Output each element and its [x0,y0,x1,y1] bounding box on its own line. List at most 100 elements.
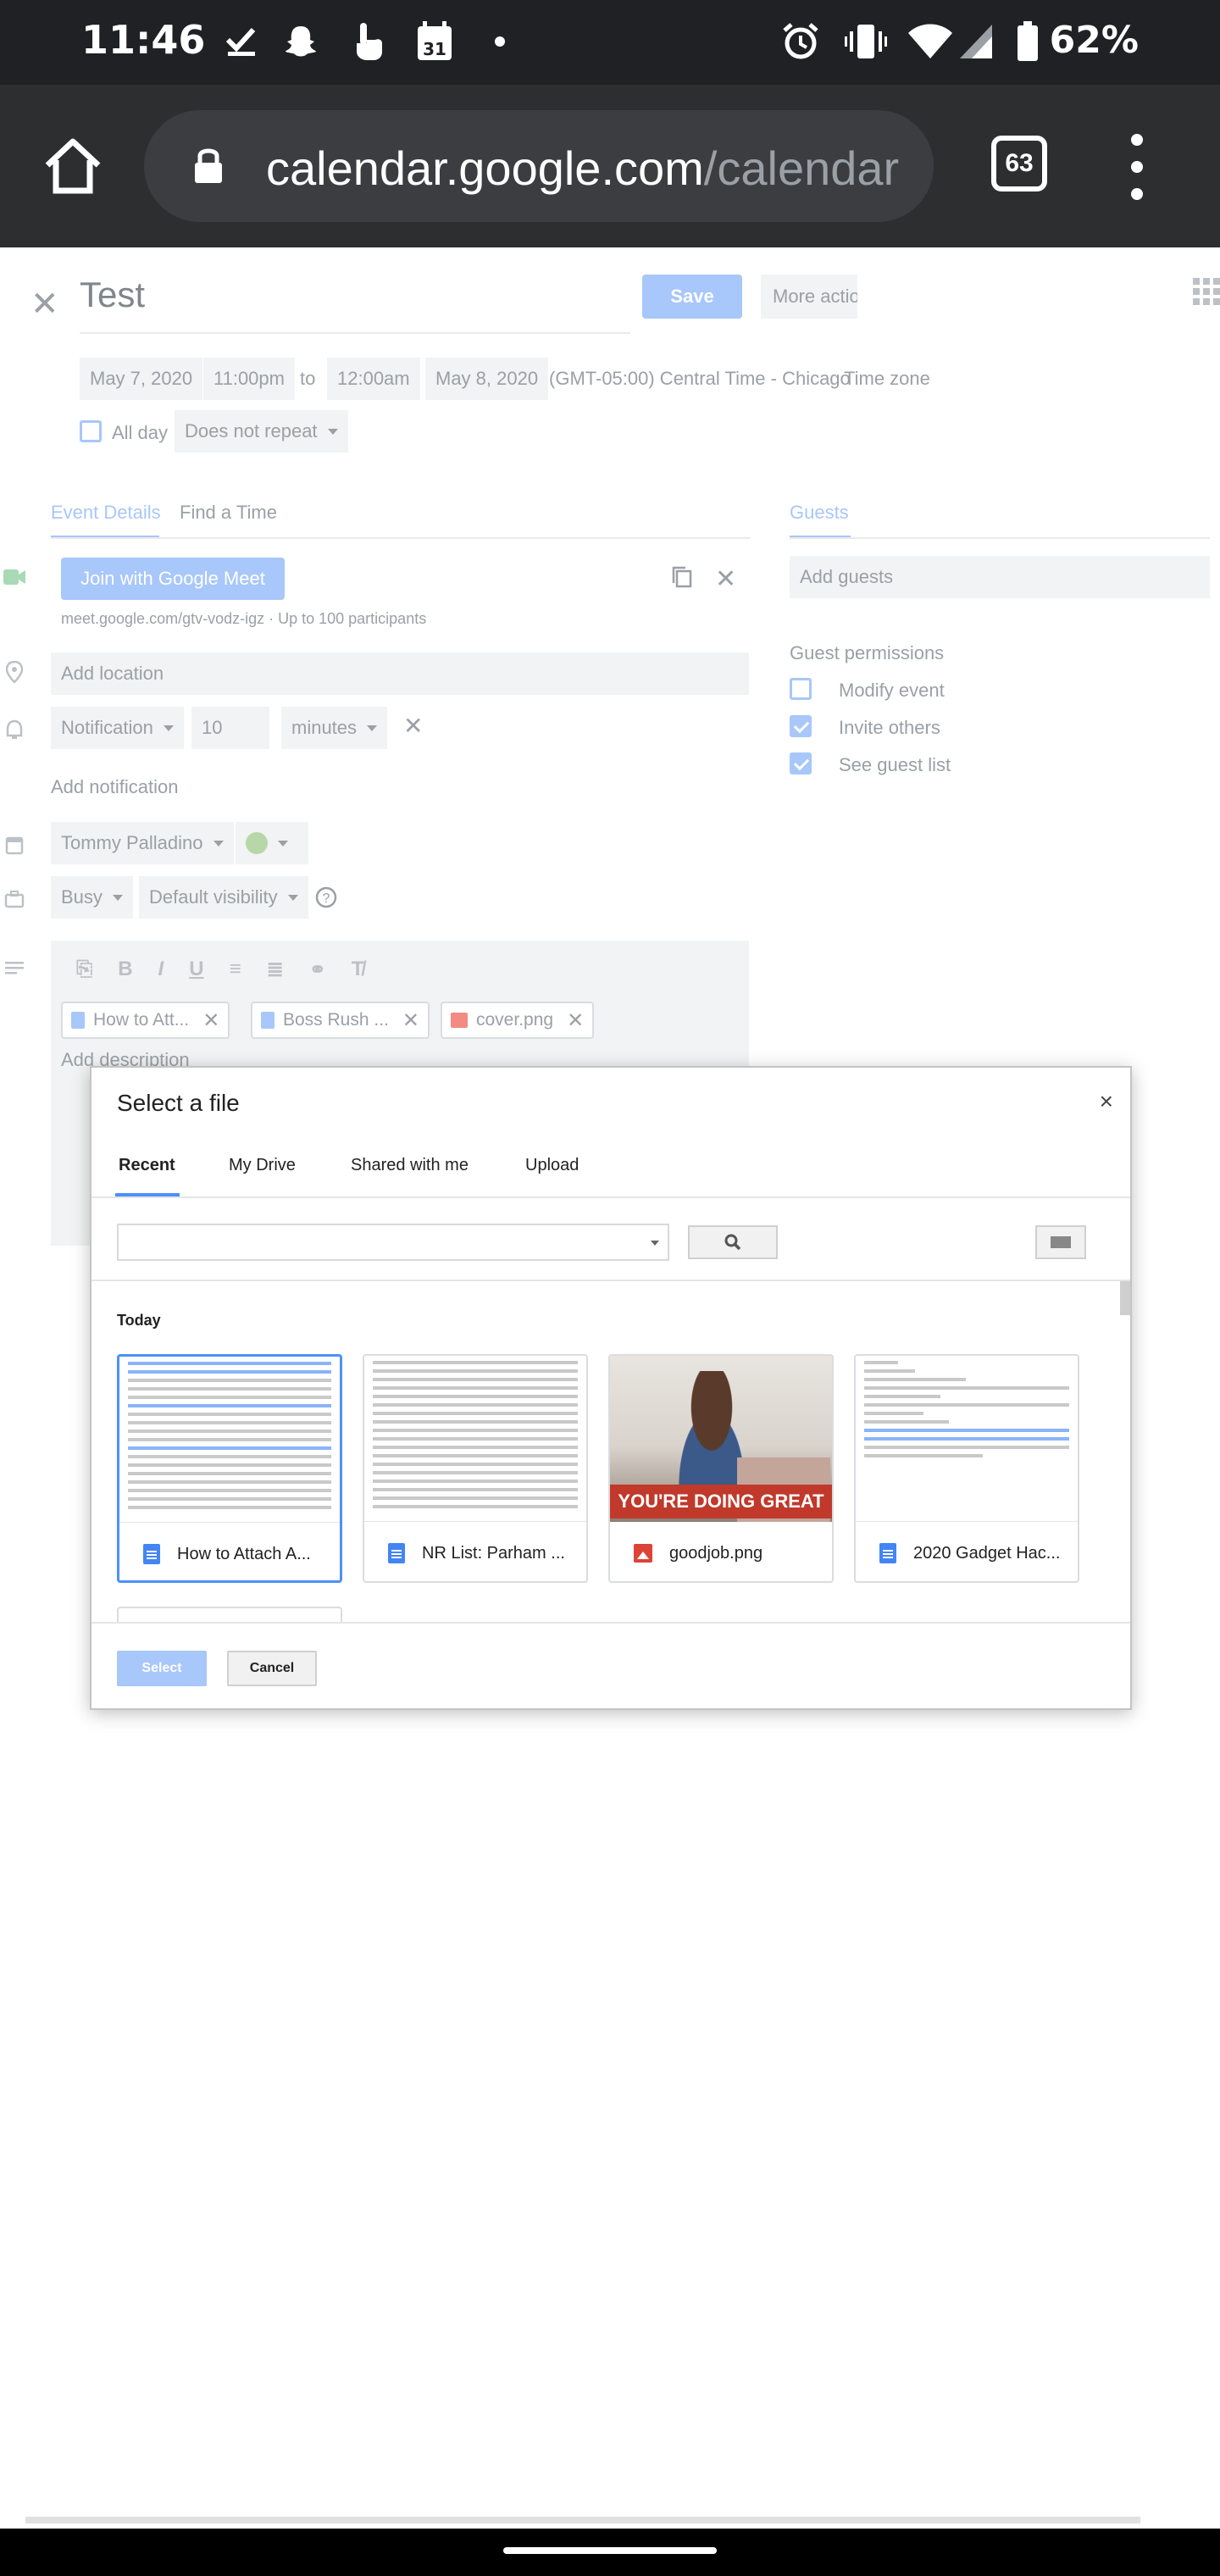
meet-link[interactable]: meet.google.com/gtv-vodz-igz · Up to 100… [61,610,426,628]
event-title-input[interactable]: Test [80,275,145,315]
meet-icon [3,566,25,588]
home-gesture-pill[interactable] [503,2547,717,2554]
end-time-field[interactable]: 12:00am [327,358,420,400]
cell-signal-icon [957,20,995,63]
bulleted-list-icon[interactable]: ≣ [267,958,284,982]
underline-icon[interactable]: U [189,958,203,982]
location-input[interactable]: Add location [51,652,749,695]
color-swatch [246,832,268,854]
tab-guests[interactable]: Guests [790,502,849,524]
attachment-name: How to Att... [93,1010,190,1030]
close-editor-icon[interactable]: ✕ [30,285,59,324]
attachment-chip[interactable]: Boss Rush ... ✕ [251,1002,430,1039]
modify-event-checkbox[interactable] [790,678,812,700]
address-bar[interactable]: calendar.google.com/calendar [144,110,934,222]
timezone-value[interactable]: (GMT-05:00) Central Time - Chicago [549,368,851,390]
bell-icon [3,719,25,741]
search-button[interactable] [688,1225,778,1259]
timezone-link[interactable]: Time zone [844,368,930,390]
file-card[interactable]: How to Attach A... [117,1354,342,1583]
see-guest-list-checkbox[interactable] [790,752,812,774]
repeat-dropdown[interactable]: Does not repeat [175,410,348,452]
calendar-owner-dropdown[interactable]: Tommy Palladino [51,822,234,864]
join-meet-button[interactable]: Join with Google Meet [61,558,285,600]
add-guests-input[interactable]: Add guests [790,556,1210,598]
save-button[interactable]: Save [642,275,742,319]
italic-icon[interactable]: I [158,958,164,982]
remove-attachment-icon[interactable]: ✕ [402,1008,419,1033]
file-search-input[interactable] [117,1224,669,1261]
briefcase-icon [3,888,25,910]
search-separator [92,1280,1130,1281]
remove-attachment-icon[interactable]: ✕ [202,1008,219,1033]
horizontal-scrollbar[interactable] [25,2517,1140,2523]
end-date-field[interactable]: May 8, 2020 [425,358,549,400]
remove-attachment-icon[interactable]: ✕ [567,1008,584,1033]
attach-icon[interactable]: ⎘ [76,958,92,982]
apps-grid-icon[interactable] [1193,278,1220,305]
view-toggle-button[interactable] [1035,1225,1086,1259]
start-date-field[interactable]: May 7, 2020 [80,358,203,400]
attachment-name: cover.png [476,1010,554,1030]
select-button[interactable]: Select [117,1651,207,1686]
tab-event-details[interactable]: Event Details [51,502,161,524]
doc-icon [879,1543,896,1563]
image-caption-text: YOU'RE DOING GREAT [610,1485,832,1518]
add-notification-link[interactable]: Add notification [51,776,178,798]
help-icon[interactable]: ? [315,886,337,908]
busy-dropdown[interactable]: Busy [51,876,133,919]
remove-meet-icon[interactable]: ✕ [715,564,736,594]
doc-icon [261,1012,274,1029]
guest-permissions-title: Guest permissions [790,642,945,663]
file-card[interactable]: 2020 Gadget Hac... [854,1354,1079,1583]
remove-notification-icon[interactable]: ✕ [403,712,423,740]
tab-recent[interactable]: Recent [119,1156,175,1175]
lock-icon [193,146,224,189]
tab-my-drive[interactable]: My Drive [229,1156,296,1175]
file-card-partial[interactable] [117,1607,342,1624]
numbered-list-icon[interactable]: ≡ [230,958,241,982]
dialog-close-icon[interactable]: × [1100,1088,1113,1115]
tab-find-a-time[interactable]: Find a Time [180,502,277,524]
invite-others-checkbox[interactable] [790,715,812,737]
notification-unit-dropdown[interactable]: minutes [281,707,388,749]
file-card[interactable]: NR List: Parham ... [363,1354,588,1583]
all-day-checkbox[interactable] [80,420,102,442]
notification-value-input[interactable]: 10 [191,707,269,749]
attachment-chip[interactable]: cover.png ✕ [441,1002,595,1039]
doc-thumbnail [856,1356,1078,1522]
link-icon[interactable]: ⚭ [309,958,326,982]
start-time-field[interactable]: 11:00pm [203,358,295,400]
home-button[interactable] [39,132,107,200]
attachment-chip[interactable]: How to Att... ✕ [61,1002,230,1039]
bold-icon[interactable]: B [118,958,132,982]
image-thumbnail: YOU'RE DOING GREAT [610,1356,832,1522]
description-icon [3,958,25,980]
tab-switcher-button[interactable]: 63 [991,136,1047,192]
clear-format-icon[interactable]: T̸ [352,958,364,982]
modify-event-label: Modify event [839,680,945,701]
attachment-name: Boss Rush ... [283,1010,389,1030]
file-card[interactable]: YOU'RE DOING GREAT goodjob.png [608,1354,834,1583]
section-today: Today [117,1312,161,1329]
visibility-dropdown[interactable]: Default visibility [139,876,308,919]
dialog-scrollbar[interactable] [1120,1281,1130,1315]
vibrate-icon [844,20,888,63]
tab-shared-with-me[interactable]: Shared with me [351,1156,469,1175]
cancel-button[interactable]: Cancel [227,1651,317,1686]
copy-icon[interactable] [671,566,693,588]
to-label: to [300,368,316,389]
calendar-small-icon [3,834,25,856]
event-color-dropdown[interactable] [236,822,308,864]
battery-icon [1015,20,1040,63]
editor-toolbar: ⎘ B I U ≡ ≣ ⚭ T̸ [76,958,363,982]
select-file-dialog: Select a file × Recent My Drive Shared w… [90,1066,1132,1710]
notification-type-dropdown[interactable]: Notification [51,707,184,749]
snapchat-icon [280,20,322,63]
calendar-icon: 31 [413,20,456,63]
touch-app-icon [346,20,388,63]
more-actions-button[interactable]: More actio [761,275,857,319]
browser-menu-button[interactable] [1120,129,1154,205]
tab-upload[interactable]: Upload [525,1156,579,1175]
guests-divider [790,537,1210,539]
